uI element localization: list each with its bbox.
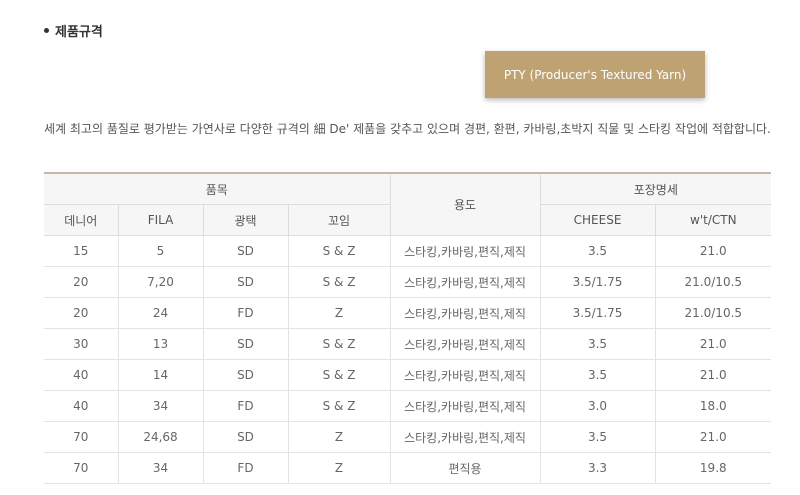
cell-cheese: 3.0 [540,390,656,422]
table-row: 20 7,20 SD S & Z 스타킹,카바링,편직,제직 3.5/1.75 21.0/1… [44,266,772,298]
cell-cheese: 3.5 [540,328,656,360]
cell-weight-ctn: 21.0 [655,359,772,391]
cell-usage: 스타킹,카바링,편직,제직 [390,328,541,360]
cell-usage: 스타킹,카바링,편직,제직 [390,421,541,453]
table-row: 40 14 SD S & Z 스타킹,카바링,편직,제직 3.5 21.0 [44,359,772,391]
cell-twist: S & Z [288,266,391,298]
cell-cheese: 3.5 [540,359,656,391]
header-twist: 꼬임 [288,204,391,236]
cell-usage: 스타킹,카바링,편직,제직 [390,359,541,391]
cell-twist: S & Z [288,359,391,391]
cell-cheese: 3.5 [540,421,656,453]
product-type-label: PTY (Producer's Textured Yarn) [503,67,687,82]
cell-denier: 20 [44,266,119,298]
cell-twist: S & Z [288,235,391,267]
cell-fila: 34 [118,452,204,484]
cell-usage: 스타킹,카바링,편직,제직 [390,390,541,422]
header-luster: 광택 [203,204,289,236]
section-title: 제품규격 [55,25,103,40]
cell-fila: 24 [118,297,204,329]
cell-weight-ctn: 21.0/10.5 [655,266,772,298]
cell-denier: 15 [44,235,119,267]
table-row: 70 24,68 SD Z 스타킹,카바링,편직,제직 3.5 21.0 [44,421,772,453]
cell-denier: 70 [44,421,119,453]
cell-denier: 70 [44,452,119,484]
cell-denier: 40 [44,359,119,391]
header-cheese: CHEESE [540,204,656,236]
product-type-button[interactable]: PTY (Producer's Textured Yarn) [485,51,705,98]
cell-twist: S & Z [288,390,391,422]
cell-fila: 13 [118,328,204,360]
section-heading: 제품규격 [44,21,103,40]
cell-twist: S & Z [288,328,391,360]
cell-denier: 20 [44,297,119,329]
cell-luster: SD [203,421,289,453]
cell-weight-ctn: 19.8 [655,452,772,484]
cell-usage: 스타킹,카바링,편직,제직 [390,297,541,329]
header-fila: FILA [118,204,204,236]
header-item: 품목 [44,172,391,205]
cell-luster: SD [203,235,289,267]
cell-denier: 40 [44,390,119,422]
cell-luster: SD [203,359,289,391]
table-row: 30 13 SD S & Z 스타킹,카바링,편직,제직 3.5 21.0 [44,328,772,360]
table-row: 70 34 FD Z 편직용 3.3 19.8 [44,452,772,484]
cell-fila: 14 [118,359,204,391]
cell-weight-ctn: 21.0 [655,235,772,267]
header-usage: 용도 [390,172,541,236]
cell-cheese: 3.3 [540,452,656,484]
cell-fila: 7,20 [118,266,204,298]
header-weight-ctn: w't/CTN [655,204,772,236]
cell-weight-ctn: 18.0 [655,390,772,422]
cell-weight-ctn: 21.0 [655,328,772,360]
cell-usage: 스타킹,카바링,편직,제직 [390,235,541,267]
table-row: 40 34 FD S & Z 스타킹,카바링,편직,제직 3.0 18.0 [44,390,772,422]
bullet-icon [44,28,49,33]
table-row: 15 5 SD S & Z 스타킹,카바링,편직,제직 3.5 21.0 [44,235,772,267]
cell-usage: 편직용 [390,452,541,484]
cell-luster: SD [203,266,289,298]
cell-cheese: 3.5/1.75 [540,297,656,329]
header-packing: 포장명세 [540,172,772,205]
cell-fila: 5 [118,235,204,267]
cell-luster: FD [203,452,289,484]
cell-weight-ctn: 21.0/10.5 [655,297,772,329]
cell-fila: 24,68 [118,421,204,453]
cell-cheese: 3.5 [540,235,656,267]
table-row: 20 24 FD Z 스타킹,카바링,편직,제직 3.5/1.75 21.0/10.5 [44,297,772,329]
cell-twist: Z [288,452,391,484]
header-denier: 데니어 [44,204,119,236]
cell-usage: 스타킹,카바링,편직,제직 [390,266,541,298]
cell-luster: FD [203,297,289,329]
cell-cheese: 3.5/1.75 [540,266,656,298]
cell-luster: SD [203,328,289,360]
cell-twist: Z [288,421,391,453]
cell-twist: Z [288,297,391,329]
product-description: 세계 최고의 품질로 평가받는 가연사로 다양한 규격의 細 De' 제품을 갖… [44,122,771,136]
cell-weight-ctn: 21.0 [655,421,772,453]
spec-table: 품목 용도 포장명세 데니어 FILA 광택 꼬임 CHEESE w't/CTN… [44,172,772,484]
cell-fila: 34 [118,390,204,422]
cell-denier: 30 [44,328,119,360]
cell-luster: FD [203,390,289,422]
